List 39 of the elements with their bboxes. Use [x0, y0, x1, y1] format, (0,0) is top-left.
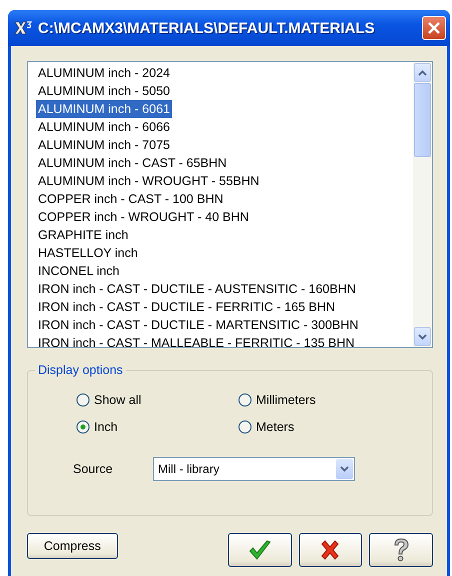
list-item[interactable]: ALUMINUM inch - 2024 — [36, 64, 172, 82]
ok-button[interactable] — [228, 533, 292, 567]
list-item[interactable]: COPPER inch - CAST - 100 BHN — [36, 190, 226, 208]
source-dropdown[interactable]: Mill - library — [153, 457, 355, 481]
cancel-button[interactable] — [298, 533, 362, 567]
radio-button[interactable]: Millimeters — [238, 393, 432, 407]
list-item[interactable]: IRON inch - CAST - DUCTILE - AUSTENSITIC - 160BHN — [36, 280, 358, 298]
close-button[interactable] — [422, 16, 446, 40]
dropdown-caret-icon — [340, 466, 349, 472]
list-item[interactable]: ALUMINUM inch - WROUGHT - 55BHN — [36, 172, 262, 190]
scroll-thumb[interactable] — [414, 83, 431, 157]
scroll-down-icon — [418, 334, 427, 340]
checkmark-icon — [248, 539, 272, 561]
radio-button[interactable]: Meters — [238, 420, 432, 434]
list-item[interactable]: HASTELLOY inch — [36, 244, 140, 262]
list-item[interactable]: IRON inch - CAST - MALLEABLE - FERRITIC - 135 BHN — [36, 334, 357, 347]
help-button[interactable] — [369, 533, 434, 567]
compress-button[interactable]: Compress — [27, 533, 118, 559]
list-item[interactable]: ALUMINUM inch - CAST - 65BHN — [36, 154, 229, 172]
scroll-up-icon — [418, 70, 427, 76]
list-item[interactable]: ALUMINUM inch - 5050 — [36, 82, 172, 100]
window-title: C:\MCAMX3\MATERIALS\DEFAULT.MATERIALS — [38, 20, 376, 36]
list-item[interactable]: ALUMINUM inch - 6061 — [36, 100, 172, 118]
close-icon — [427, 21, 441, 35]
list-item[interactable]: COPPER inch - WROUGHT - 40 BHN — [36, 208, 251, 226]
list-item[interactable]: INCONEL inch — [36, 262, 122, 280]
close-icon — [319, 539, 342, 561]
radio-button[interactable]: Show all — [76, 393, 238, 407]
list-item[interactable]: GRAPHITE inch — [36, 226, 130, 244]
source-label: Source — [73, 462, 114, 476]
radio-button[interactable]: Inch — [76, 420, 238, 434]
list-item[interactable]: IRON inch - CAST - DUCTILE - MARTENSITIC - 300BHN — [36, 316, 360, 334]
scrollbar[interactable] — [413, 62, 432, 347]
app-logo-icon — [14, 21, 32, 35]
question-mark-icon — [392, 537, 410, 563]
list-item[interactable]: ALUMINUM inch - 7075 — [36, 136, 172, 154]
list-item[interactable]: ALUMINUM inch - 6066 — [36, 118, 172, 136]
list-item[interactable]: IRON inch - CAST - DUCTILE - FERRITIC - 165 BHN — [36, 298, 338, 316]
group-title: Display options — [35, 363, 126, 377]
